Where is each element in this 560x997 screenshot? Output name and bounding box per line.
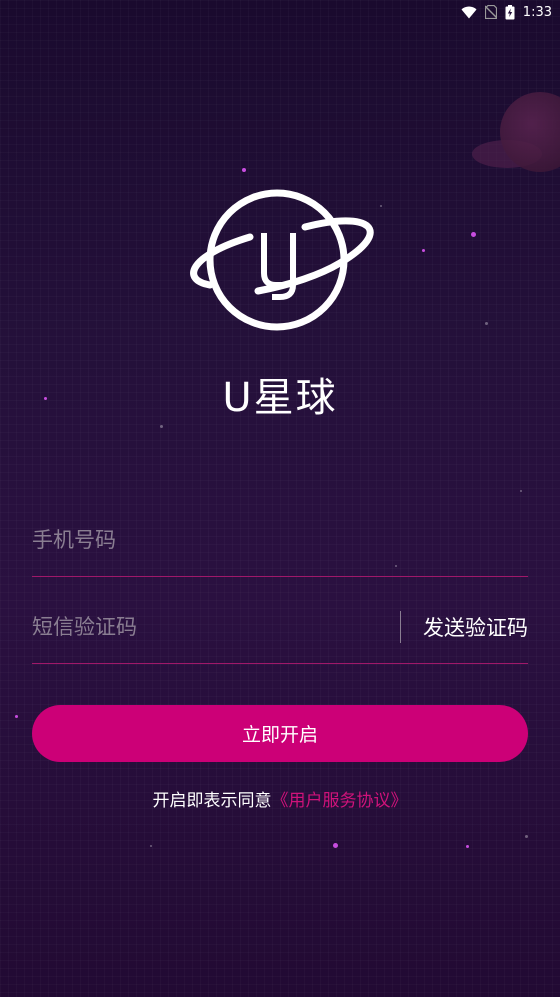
field-divider [400, 610, 401, 643]
star-decoration [160, 425, 163, 428]
star-decoration [15, 715, 18, 718]
no-sim-icon [484, 5, 497, 19]
submit-button[interactable]: 立即开启 [32, 705, 528, 762]
star-decoration [422, 249, 425, 252]
status-bar: 1:33 [0, 0, 560, 24]
user-agreement-link[interactable]: 《用户服务协议》 [272, 791, 408, 811]
sms-code-input[interactable] [32, 614, 400, 639]
star-decoration [520, 490, 522, 492]
planet-logo-icon [180, 185, 380, 335]
wifi-icon [461, 6, 477, 19]
battery-charging-icon [505, 4, 515, 20]
agreement-prefix: 开启即表示同意 [152, 791, 272, 811]
send-code-button[interactable]: 发送验证码 [423, 612, 528, 642]
phone-field [32, 503, 528, 577]
agreement-text: 开启即表示同意《用户服务协议》 [0, 786, 560, 811]
status-time: 1:33 [522, 4, 552, 20]
star-decoration [525, 835, 528, 838]
star-decoration [242, 168, 246, 172]
star-decoration [333, 843, 338, 848]
star-decoration [485, 322, 488, 325]
star-decoration [466, 845, 469, 848]
sms-code-field: 发送验证码 [32, 590, 528, 664]
star-decoration [380, 205, 382, 207]
app-title: U星球 [222, 375, 338, 421]
star-decoration [150, 845, 152, 847]
star-decoration [471, 232, 476, 237]
phone-input[interactable] [32, 527, 528, 552]
